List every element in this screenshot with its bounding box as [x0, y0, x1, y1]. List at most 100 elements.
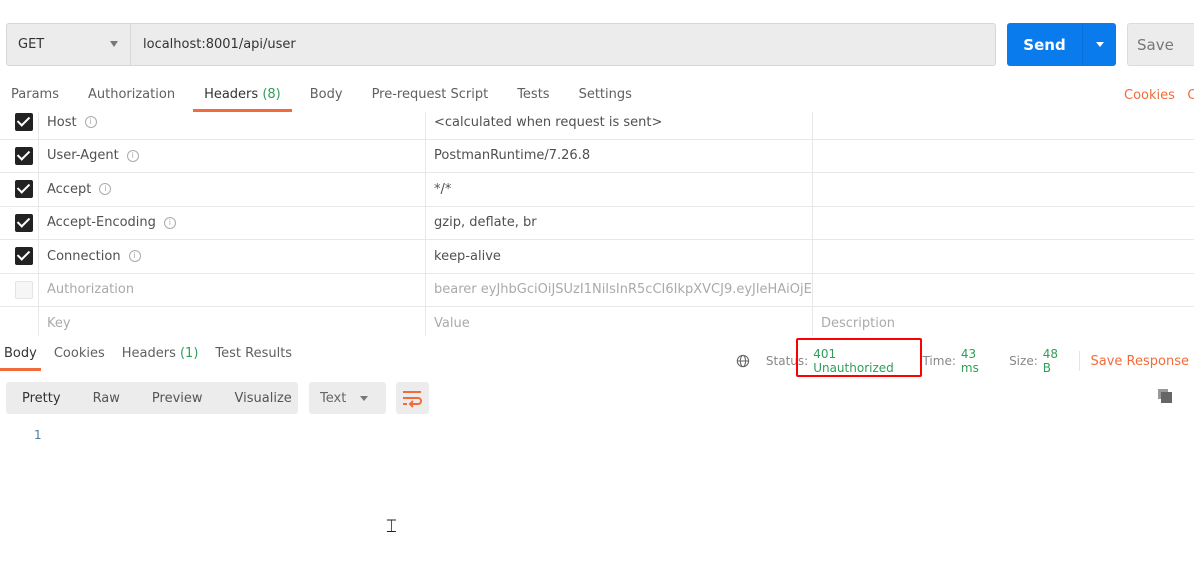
format-preview[interactable]: Preview [136, 391, 219, 406]
header-description[interactable] [812, 139, 1194, 172]
description-input[interactable]: Description [812, 307, 1194, 336]
info-icon[interactable]: i [126, 149, 139, 162]
response-tab-test-results[interactable]: Test Results [211, 339, 296, 371]
header-row: Host i <calculated when request is sent> [0, 112, 1194, 140]
copy-icon[interactable] [1158, 389, 1172, 403]
url-value: localhost:8001/api/user [143, 37, 296, 52]
header-description[interactable] [812, 273, 1194, 306]
type-label: Text [320, 390, 347, 406]
tab-params[interactable]: Params [0, 80, 70, 112]
headers-table: Host i <calculated when request is sent> … [0, 112, 1194, 336]
globe-icon[interactable] [736, 353, 750, 369]
header-key[interactable]: Host i [38, 112, 425, 139]
header-row: Accept-Encoding i gzip, deflate, br [0, 206, 1194, 240]
header-description[interactable] [812, 206, 1194, 239]
save-response-button[interactable]: Save Response [1091, 354, 1189, 369]
header-value[interactable]: keep-alive [425, 240, 812, 273]
header-row: Connection i keep-alive [0, 240, 1194, 274]
line-number: 1 [34, 428, 42, 442]
wrap-icon [403, 391, 422, 408]
header-row: User-Agent i PostmanRuntime/7.26.8 [0, 139, 1194, 173]
tab-body[interactable]: Body [299, 80, 354, 112]
header-description[interactable] [812, 173, 1194, 206]
header-value[interactable]: gzip, deflate, br [425, 206, 812, 239]
header-key-text: Connection [47, 248, 121, 264]
header-description[interactable] [812, 240, 1194, 273]
checkbox-cell [0, 140, 38, 173]
response-tab-cookies[interactable]: Cookies [50, 339, 109, 371]
wrap-lines-button[interactable] [396, 382, 429, 414]
cookies-label: Cookies [1124, 88, 1175, 103]
save-label: Save [1137, 35, 1174, 54]
info-icon[interactable]: i [128, 250, 141, 263]
empty-cell [0, 307, 38, 336]
chevron-down-icon [360, 395, 369, 401]
key-input[interactable]: Key [38, 307, 425, 336]
header-key-text: Host [47, 114, 77, 130]
url-input[interactable]: localhost:8001/api/user [130, 23, 996, 66]
response-header-count: (1) [179, 346, 199, 361]
info-icon[interactable]: i [84, 116, 97, 129]
info-icon[interactable]: i [99, 183, 112, 196]
time-label: Time: [922, 354, 956, 368]
status-highlight-box [796, 338, 922, 377]
tab-tests[interactable]: Tests [506, 80, 560, 112]
type-select[interactable]: Text [309, 382, 386, 414]
header-checkbox[interactable] [15, 113, 33, 132]
format-pretty[interactable]: Pretty [6, 391, 77, 406]
header-value[interactable]: bearer eyJhbGciOiJSUzI1NiIsInR5cCI6IkpXV… [425, 273, 812, 306]
header-key[interactable]: Accept-Encoding i [38, 206, 425, 239]
header-key[interactable]: Connection i [38, 240, 425, 273]
header-value-text: gzip, deflate, br [434, 215, 537, 231]
chevron-down-icon [110, 41, 118, 47]
info-icon[interactable]: i [163, 216, 176, 229]
size-value: 48 B [1042, 347, 1059, 375]
header-checkbox[interactable] [15, 213, 33, 232]
divider [1078, 351, 1080, 371]
tab-pre-request-script[interactable]: Pre-request Script [361, 80, 500, 112]
response-tab-headers[interactable]: Headers (1) [118, 339, 203, 371]
format-visualize[interactable]: Visualize [219, 391, 308, 406]
header-key[interactable]: Accept i [38, 173, 425, 206]
header-key[interactable]: Authorization [38, 273, 425, 306]
tab-authorization[interactable]: Authorization [77, 80, 186, 112]
checkbox-cell [0, 112, 38, 139]
response-tab-body[interactable]: Body [0, 339, 41, 371]
code-link[interactable]: Co [1187, 88, 1194, 103]
format-tabs: Pretty Raw Preview Visualize [6, 382, 298, 414]
header-checkbox[interactable] [15, 180, 33, 199]
cookies-link[interactable]: Cookies Co [1124, 88, 1194, 103]
tab-label: Headers [121, 346, 176, 361]
header-value-text: PostmanRuntime/7.26.8 [434, 148, 591, 164]
send-options-button[interactable] [1082, 23, 1116, 66]
tab-label: Headers [204, 87, 259, 102]
checkbox-cell [0, 240, 38, 273]
tab-headers[interactable]: Headers (8) [193, 80, 292, 112]
size-label: Size: [1009, 354, 1038, 368]
header-key-text: User-Agent [47, 148, 119, 164]
header-checkbox[interactable] [15, 146, 33, 165]
header-checkbox[interactable] [15, 280, 33, 299]
format-raw[interactable]: Raw [77, 391, 136, 406]
send-button[interactable]: Send [1007, 23, 1116, 66]
header-key-text: Authorization [47, 282, 135, 298]
header-key-text: Accept-Encoding [47, 215, 156, 231]
header-value[interactable]: <calculated when request is sent> [425, 112, 812, 139]
header-key[interactable]: User-Agent i [38, 139, 425, 172]
time-value: 43 ms [960, 347, 979, 375]
method-select[interactable]: GET [6, 23, 131, 66]
value-input[interactable]: Value [425, 307, 812, 336]
method-label: GET [18, 37, 45, 52]
header-description[interactable] [812, 112, 1194, 139]
text-cursor-icon: ⌶ [386, 516, 397, 537]
tab-settings[interactable]: Settings [568, 80, 643, 112]
header-value-text: bearer eyJhbGciOiJSUzI1NiIsInR5cCI6IkpXV… [434, 282, 812, 298]
header-key-text: Accept [47, 181, 92, 197]
header-value-text: keep-alive [434, 248, 501, 264]
checkbox-cell [0, 207, 38, 240]
header-value[interactable]: PostmanRuntime/7.26.8 [425, 139, 812, 172]
save-button[interactable]: Save [1127, 23, 1194, 66]
header-value[interactable]: */* [425, 173, 812, 206]
checkbox-cell [0, 274, 38, 307]
header-checkbox[interactable] [15, 247, 33, 266]
